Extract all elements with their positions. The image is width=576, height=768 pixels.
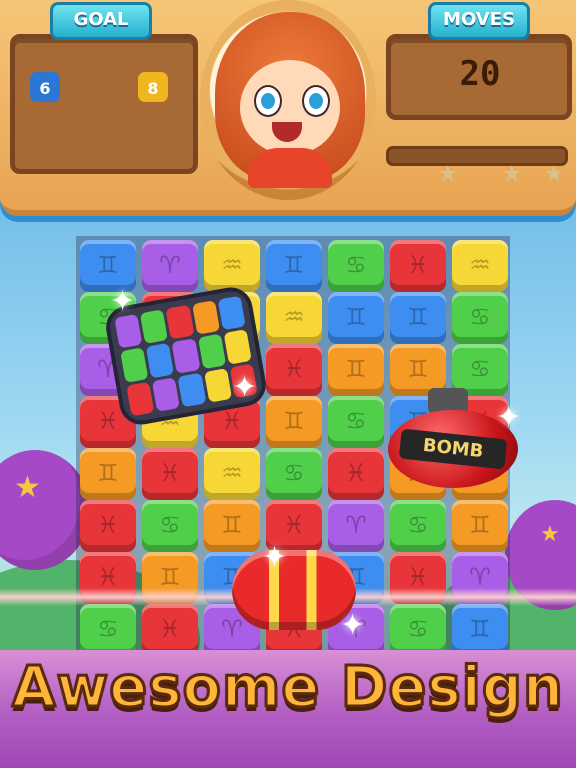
board-tile[interactable]: ♓ <box>80 500 136 552</box>
star-decoration-icon: ★ <box>14 470 41 505</box>
color-bomb-piece <box>114 313 143 349</box>
board-tile[interactable]: ♊ <box>328 344 384 396</box>
board-tile[interactable]: ♓ <box>142 448 198 500</box>
board-tile[interactable]: ♋ <box>328 396 384 448</box>
moves-counter: 20 <box>459 54 501 94</box>
board-tile[interactable]: ♒ <box>266 292 322 344</box>
board-tile[interactable]: ♓ <box>390 240 446 292</box>
avatar-dress <box>248 148 332 188</box>
board-tile[interactable]: ♋ <box>390 604 446 656</box>
board-tile[interactable]: ♒ <box>204 240 260 292</box>
sparkle-icon: ✦ <box>496 400 522 435</box>
board-tile[interactable]: ♈ <box>142 240 198 292</box>
board-tile[interactable]: ♋ <box>142 500 198 552</box>
goal-count: 8 <box>147 79 159 98</box>
color-bomb-piece <box>197 334 226 369</box>
color-bomb-piece <box>120 347 149 383</box>
sparkle-icon: ✦ <box>232 370 258 405</box>
sparkle-icon: ✦ <box>110 284 136 319</box>
avatar-eye <box>302 85 330 117</box>
board-tile[interactable]: ♋ <box>328 240 384 292</box>
banner-title: Awesome Design <box>11 654 565 722</box>
color-bomb-piece <box>217 295 246 331</box>
moves-label: MOVES <box>428 2 530 40</box>
goal-count: 6 <box>39 79 51 98</box>
color-bomb-piece <box>126 381 155 417</box>
color-bomb-piece <box>152 376 181 412</box>
color-bomb-piece <box>223 329 252 365</box>
color-bomb-piece <box>146 343 175 378</box>
board-tile[interactable]: ♋ <box>452 292 508 344</box>
goal-item-aquarius: 8 <box>138 72 168 102</box>
board-tile[interactable]: ♋ <box>80 604 136 656</box>
board-tile[interactable]: ♊ <box>452 604 508 656</box>
board-tile[interactable]: ♓ <box>328 448 384 500</box>
goal-item-gemini: 6 <box>30 72 60 102</box>
board-tile[interactable]: ♓ <box>142 604 198 656</box>
color-bomb-piece <box>165 304 195 340</box>
color-bomb-piece <box>177 372 207 408</box>
board-tile[interactable]: ♊ <box>80 448 136 500</box>
color-bomb-piece <box>191 300 220 336</box>
game-scene: ★ ★ GOAL 6 8 MOVES 20 ★ ★ ★ ♊♈♒♊♋♓♒♋♓♒♒♊… <box>0 0 576 768</box>
board-tile[interactable]: ♊ <box>204 500 260 552</box>
board-tile[interactable]: ♊ <box>390 292 446 344</box>
progress-star-icon: ★ <box>438 162 458 187</box>
board-tile[interactable]: ♈ <box>328 500 384 552</box>
avatar-eye <box>254 85 282 117</box>
striped-candy-booster[interactable] <box>232 550 356 630</box>
board-tile[interactable]: ♒ <box>204 448 260 500</box>
progress-star-icon: ★ <box>544 162 564 187</box>
score-progress-bar <box>386 146 568 166</box>
color-bomb-piece <box>171 338 201 374</box>
board-tile[interactable]: ♊ <box>452 500 508 552</box>
sparkle-icon: ✦ <box>340 608 366 643</box>
goal-panel <box>10 34 198 174</box>
color-bomb-piece <box>203 367 232 403</box>
color-bomb-piece <box>140 309 169 345</box>
board-tile[interactable]: ♊ <box>266 240 322 292</box>
progress-star-icon: ★ <box>502 162 522 187</box>
sparkle-icon: ✦ <box>262 540 288 575</box>
star-decoration-icon: ★ <box>540 522 560 547</box>
board-tile[interactable]: ♋ <box>390 500 446 552</box>
goal-label: GOAL <box>50 2 152 40</box>
board-tile[interactable]: ♊ <box>266 396 322 448</box>
board-tile[interactable]: ♊ <box>328 292 384 344</box>
board-tile[interactable]: ♒ <box>452 240 508 292</box>
board-tile[interactable]: ♓ <box>266 344 322 396</box>
board-tile[interactable]: ♋ <box>266 448 322 500</box>
